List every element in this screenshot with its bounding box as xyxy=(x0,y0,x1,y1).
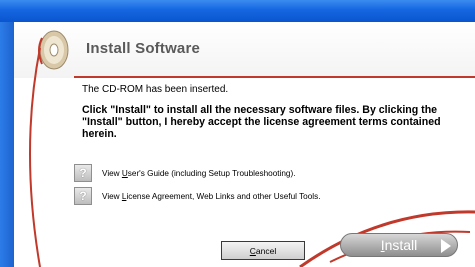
instruction-text: Click "Install" to install all the neces… xyxy=(82,104,441,140)
status-text: The CD-ROM has been inserted. xyxy=(82,84,229,95)
link-text-suffix: ser's Guide (including Setup Troubleshoo… xyxy=(127,168,296,178)
cd-disc-icon xyxy=(38,30,69,70)
cancel-label: ancel xyxy=(255,245,277,256)
arrow-right-icon xyxy=(441,239,451,253)
dialog-title: Install Software xyxy=(86,40,201,57)
users-guide-link[interactable]: View User's Guide (including Setup Troub… xyxy=(102,169,295,178)
license-link[interactable]: View License Agreement, Web Links and ot… xyxy=(102,192,320,201)
help-row-users-guide: ? View User's Guide (including Setup Tro… xyxy=(74,164,295,182)
header-divider xyxy=(74,76,475,78)
dialog-header: Install Software xyxy=(14,22,475,78)
link-text-suffix: icense Agreement, Web Links and other Us… xyxy=(126,191,321,201)
install-label: nstall xyxy=(384,237,418,253)
help-row-license: ? View License Agreement, Web Links and … xyxy=(74,187,320,205)
help-icon[interactable]: ? xyxy=(74,164,92,182)
install-dialog: Install Software The CD-ROM has been ins… xyxy=(14,22,475,267)
link-text-prefix: View xyxy=(102,168,122,178)
link-text-prefix: View xyxy=(102,191,122,201)
window-titlebar xyxy=(0,0,475,22)
side-strip xyxy=(0,22,14,267)
help-icon[interactable]: ? xyxy=(74,187,92,205)
install-button[interactable]: Install xyxy=(340,233,458,257)
cancel-button[interactable]: Cancel xyxy=(221,241,305,260)
